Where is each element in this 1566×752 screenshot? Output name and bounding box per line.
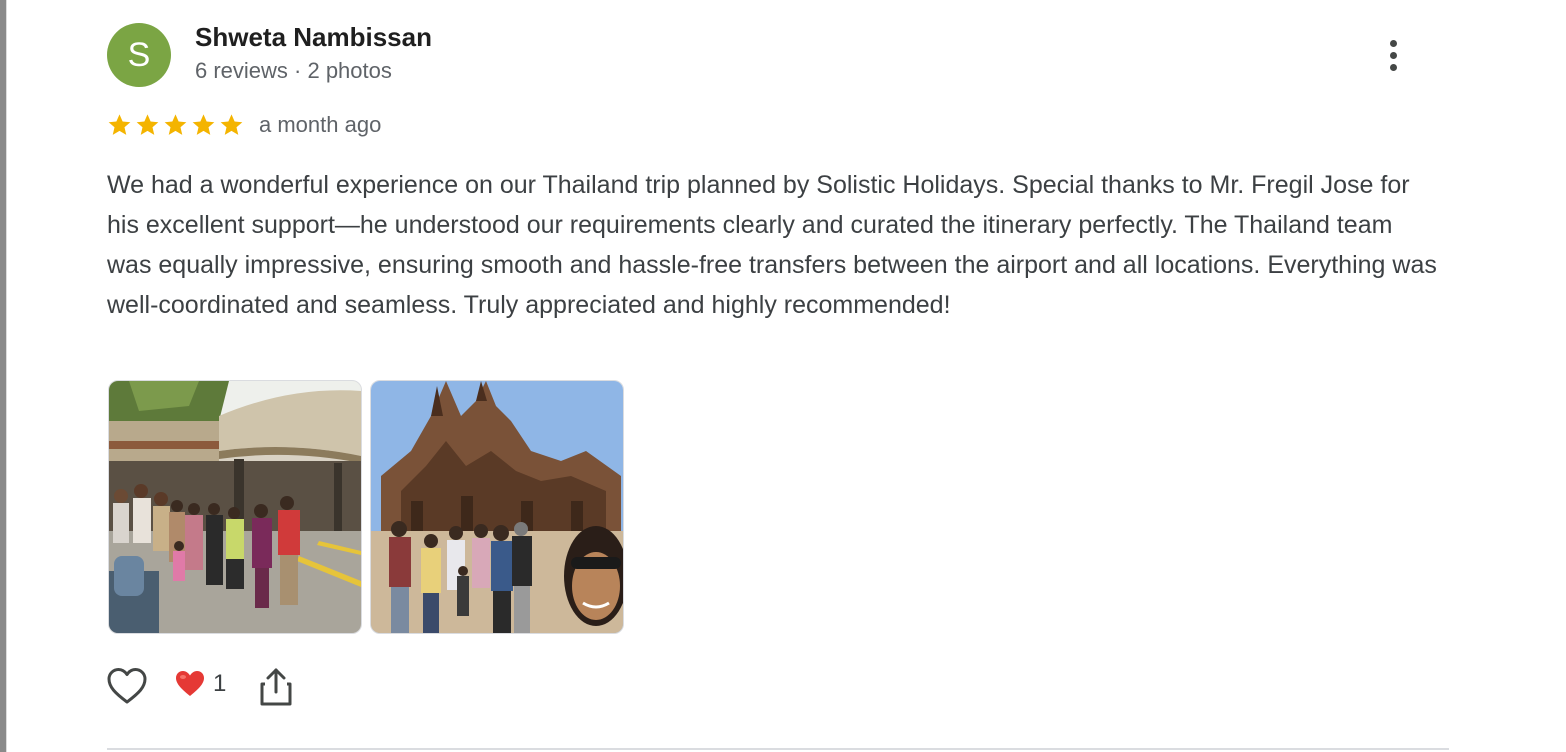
heart-outline-icon	[107, 668, 147, 704]
more-options-button[interactable]	[1372, 33, 1414, 77]
review-photo-2[interactable]	[370, 380, 624, 634]
reviewer-name[interactable]: Shweta Nambissan	[195, 22, 432, 53]
like-button[interactable]	[105, 664, 149, 708]
red-heart-emoji-icon	[176, 671, 204, 696]
star-rating	[107, 110, 244, 140]
share-button[interactable]	[258, 666, 294, 706]
avatar-initial: S	[127, 35, 151, 74]
review-card: S Shweta Nambissan 6 reviews · 2 photos …	[0, 0, 1566, 752]
review-text: We had a wonderful experience on our Tha…	[107, 171, 1437, 319]
reaction-count: 1	[213, 670, 227, 697]
review-photo-1[interactable]	[108, 380, 362, 634]
more-options-icon-dot	[1389, 63, 1397, 71]
reaction-summary[interactable]: 1	[175, 670, 226, 698]
star-icon	[192, 114, 215, 135]
more-options-icon-dot	[1389, 51, 1397, 59]
window-left-edge-border	[6, 0, 7, 752]
avatar[interactable]: S	[107, 23, 171, 87]
more-options-icon	[1389, 39, 1397, 47]
reviewer-stats[interactable]: 6 reviews · 2 photos	[195, 58, 392, 84]
star-icon	[108, 114, 131, 135]
share-icon	[260, 668, 292, 706]
star-icon	[136, 114, 159, 135]
review-date: a month ago	[259, 112, 382, 137]
review-divider	[107, 748, 1449, 750]
star-icon	[220, 114, 243, 135]
group-photo-hotel-entrance-icon	[109, 381, 361, 633]
group-photo-sanctuary-of-truth-icon	[371, 381, 623, 633]
star-icon	[164, 114, 187, 135]
